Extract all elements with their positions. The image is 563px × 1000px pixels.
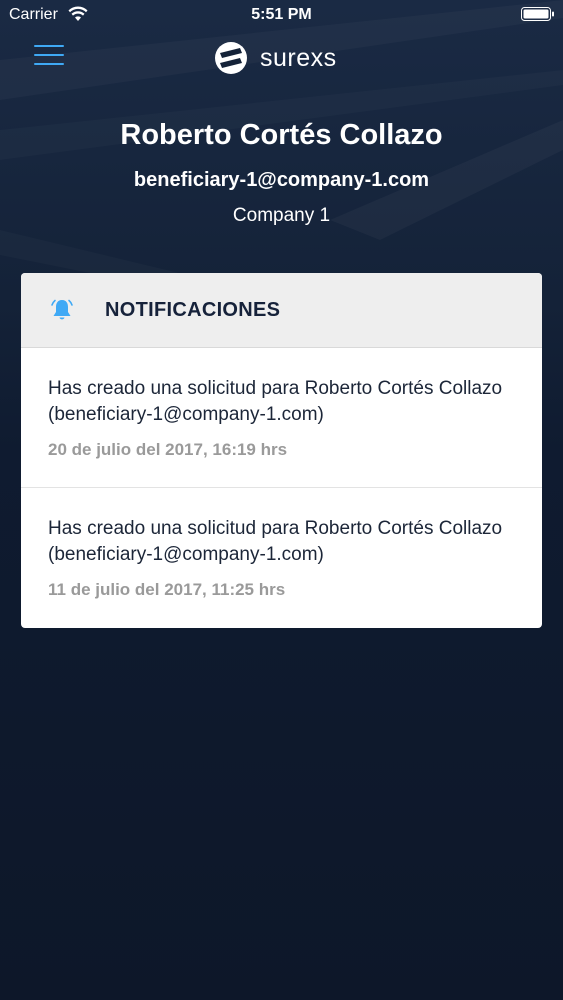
navigation-bar: surexs	[0, 30, 563, 86]
notification-item[interactable]: Has creado una solicitud para Roberto Co…	[21, 348, 542, 488]
status-bar: Carrier 5:51 PM	[0, 0, 563, 30]
app-screen: Carrier 5:51 PM surexs Roberto Cortés Co…	[0, 0, 563, 1000]
surexs-logo: surexs	[214, 39, 337, 77]
clock: 5:51 PM	[251, 6, 312, 23]
notifications-title: NOTIFICACIONES	[105, 298, 281, 321]
profile-header: Roberto Cortés Collazo beneficiary-1@com…	[0, 113, 563, 230]
profile-name: Roberto Cortés Collazo	[120, 119, 443, 151]
profile-company: Company 1	[232, 205, 331, 226]
battery-icon	[521, 7, 554, 21]
bell-icon	[51, 299, 73, 320]
notification-date: 11 de julio del 2017, 11:25 hrs	[48, 580, 286, 599]
logo-mark-icon	[215, 42, 247, 74]
notifications-card: NOTIFICACIONES Has creado una solicitud …	[21, 273, 542, 628]
notifications-header: NOTIFICACIONES	[21, 273, 542, 348]
notification-date: 20 de julio del 2017, 16:19 hrs	[48, 440, 288, 459]
logo-text: surexs	[260, 43, 337, 72]
hamburger-menu-icon[interactable]	[34, 45, 64, 67]
notification-text: Has creado una solicitud para Roberto Co…	[48, 518, 503, 565]
profile-email: beneficiary-1@company-1.com	[133, 169, 430, 191]
notification-text: Has creado una solicitud para Roberto Co…	[48, 378, 503, 425]
notification-item[interactable]: Has creado una solicitud para Roberto Co…	[21, 488, 542, 628]
